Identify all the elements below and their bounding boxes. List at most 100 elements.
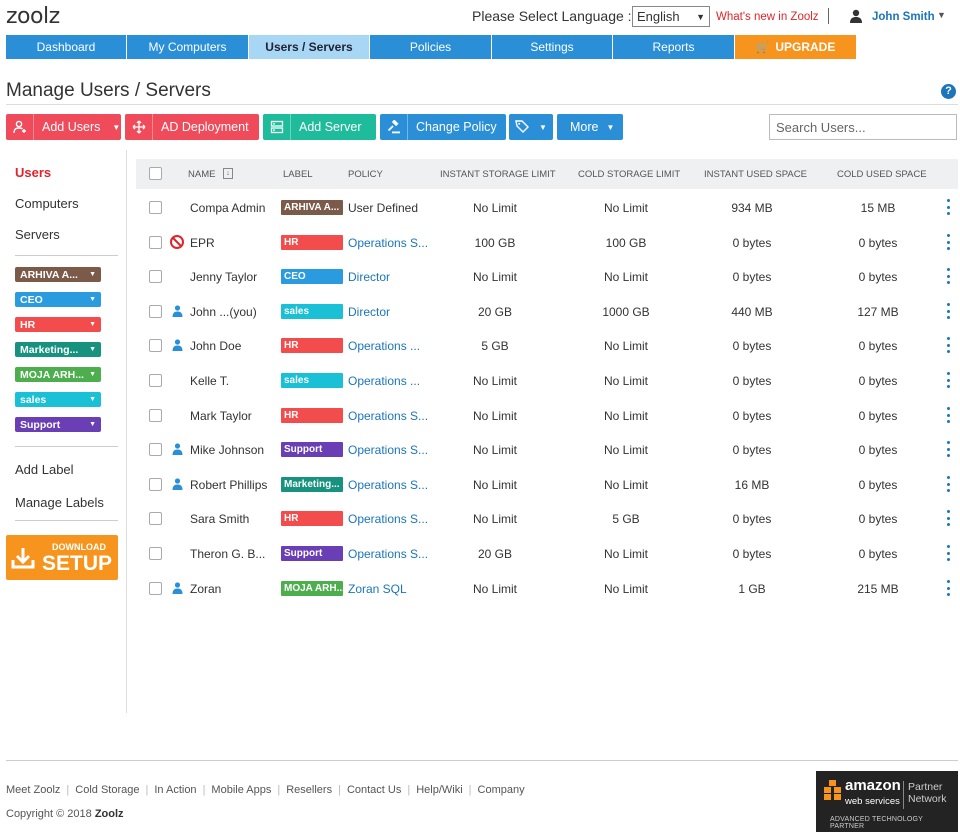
sidebar-item-computers[interactable]: Computers xyxy=(15,196,79,211)
footer-link[interactable]: Mobile Apps xyxy=(211,784,271,796)
user-label-tag[interactable]: sales xyxy=(281,373,343,388)
policy-link[interactable]: Director xyxy=(348,270,428,284)
sidebar-label[interactable]: sales ▼ xyxy=(15,392,101,407)
policy-link[interactable]: Operations S... xyxy=(348,236,428,250)
search-input[interactable]: Search Users... xyxy=(769,114,957,140)
policy-link[interactable]: Operations S... xyxy=(348,409,428,423)
nav-users-servers[interactable]: Users / Servers xyxy=(249,35,369,59)
row-menu-icon[interactable] xyxy=(947,268,951,284)
sort-icon[interactable]: ↓ xyxy=(223,168,233,179)
footer-link[interactable]: Contact Us xyxy=(347,784,401,796)
table-row[interactable]: Theron G. B... Support Operations S... 20 G… xyxy=(136,536,958,570)
nav-policies[interactable]: Policies xyxy=(370,35,491,59)
row-checkbox[interactable] xyxy=(149,409,162,422)
user-name[interactable]: Zoran xyxy=(190,582,272,596)
user-label-tag[interactable]: Marketing... xyxy=(281,477,343,492)
row-checkbox[interactable] xyxy=(149,339,162,352)
caret-down-icon[interactable]: ▼ xyxy=(89,321,96,328)
user-name[interactable]: Mark Taylor xyxy=(190,409,272,423)
caret-down-icon[interactable]: ▼ xyxy=(89,271,96,278)
caret-down-icon[interactable]: ▼ xyxy=(89,396,96,403)
table-row[interactable]: John ...(you) sales Director 20 GB 1000 GB 44… xyxy=(136,294,958,328)
select-all-checkbox[interactable] xyxy=(149,167,162,180)
nav-my-computers[interactable]: My Computers xyxy=(127,35,248,59)
policy-link[interactable]: Operations ... xyxy=(348,339,428,353)
row-checkbox[interactable] xyxy=(149,305,162,318)
help-icon[interactable]: ? xyxy=(941,84,956,99)
caret-down-icon[interactable]: ▼ xyxy=(89,296,96,303)
footer-link[interactable]: In Action xyxy=(154,784,196,796)
whats-new-link[interactable]: What's new in Zoolz xyxy=(716,11,819,23)
sidebar-label[interactable]: CEO ▼ xyxy=(15,292,101,307)
table-row[interactable]: Mark Taylor HR Operations S... No Limit No L… xyxy=(136,398,958,432)
row-checkbox[interactable] xyxy=(149,443,162,456)
caret-down-icon[interactable]: ▼ xyxy=(937,10,946,20)
row-checkbox[interactable] xyxy=(149,582,162,595)
caret-down-icon[interactable]: ▼ xyxy=(89,421,96,428)
sidebar-label[interactable]: MOJA ARH... ▼ xyxy=(15,367,101,382)
row-checkbox[interactable] xyxy=(149,201,162,214)
user-name[interactable]: Robert Phillips xyxy=(190,478,272,492)
more-button[interactable]: More ▼ xyxy=(557,114,623,140)
add-users-button[interactable]: Add Users ▼ xyxy=(6,114,121,140)
user-name[interactable]: Theron G. B... xyxy=(190,547,272,561)
policy-link[interactable]: Operations S... xyxy=(348,478,428,492)
download-setup-button[interactable]: DOWNLOAD SETUP xyxy=(6,535,118,580)
user-name[interactable]: EPR xyxy=(190,236,272,250)
sidebar-label[interactable]: ARHIVA A... ▼ xyxy=(15,267,101,282)
row-menu-icon[interactable] xyxy=(947,545,951,561)
zoolz-logo[interactable]: zoolz xyxy=(6,4,60,29)
row-menu-icon[interactable] xyxy=(947,337,951,353)
row-checkbox[interactable] xyxy=(149,547,162,560)
footer-link[interactable]: Resellers xyxy=(286,784,332,796)
policy-link[interactable]: Operations S... xyxy=(348,547,428,561)
table-row[interactable]: Mike Johnson Support Operations S... No Lim… xyxy=(136,432,958,466)
row-menu-icon[interactable] xyxy=(947,510,951,526)
user-name[interactable]: John Doe xyxy=(190,339,272,353)
nav-upgrade[interactable]: 🛒 UPGRADE xyxy=(735,35,856,59)
sidebar-label[interactable]: Marketing... ▼ xyxy=(15,342,101,357)
change-policy-button[interactable]: Change Policy xyxy=(380,114,506,140)
table-row[interactable]: EPR HR Operations S... 100 GB 100 GB 0 bytes 0… xyxy=(136,225,958,259)
footer-link[interactable]: Company xyxy=(478,784,525,796)
table-row[interactable]: Compa Admin ARHIVA A... User Defined No Lim… xyxy=(136,190,958,224)
sidebar-label[interactable]: Support ▼ xyxy=(15,417,101,432)
row-checkbox[interactable] xyxy=(149,478,162,491)
column-header-name[interactable]: NAME xyxy=(188,169,215,180)
sidebar-item-users[interactable]: Users xyxy=(15,165,51,180)
policy-link[interactable]: Operations S... xyxy=(348,443,428,457)
table-row[interactable]: Robert Phillips Marketing... Operations S.… xyxy=(136,467,958,501)
footer-link[interactable]: Meet Zoolz xyxy=(6,784,60,796)
nav-dashboard[interactable]: Dashboard xyxy=(6,35,126,59)
user-label-tag[interactable]: HR xyxy=(281,408,343,423)
table-row[interactable]: John Doe HR Operations ... 5 GB No Limit 0 by… xyxy=(136,328,958,362)
user-label-tag[interactable]: ARHIVA A... xyxy=(281,200,343,215)
user-name[interactable]: Kelle T. xyxy=(190,374,272,388)
user-label-tag[interactable]: HR xyxy=(281,511,343,526)
policy-link[interactable]: Operations S... xyxy=(348,512,428,526)
user-label-tag[interactable]: HR xyxy=(281,235,343,250)
row-checkbox[interactable] xyxy=(149,512,162,525)
table-row[interactable]: Jenny Taylor CEO Director No Limit No Limit 0… xyxy=(136,259,958,293)
caret-down-icon[interactable]: ▼ xyxy=(89,371,96,378)
row-menu-icon[interactable] xyxy=(947,303,951,319)
user-label-tag[interactable]: sales xyxy=(281,304,343,319)
policy-link[interactable]: Operations ... xyxy=(348,374,428,388)
table-row[interactable]: Sara Smith HR Operations S... No Limit 5 GB 0… xyxy=(136,501,958,535)
row-menu-icon[interactable] xyxy=(947,407,951,423)
caret-down-icon[interactable]: ▼ xyxy=(89,346,96,353)
user-name[interactable]: John ...(you) xyxy=(190,305,272,319)
user-name[interactable]: Mike Johnson xyxy=(190,443,272,457)
nav-reports[interactable]: Reports xyxy=(613,35,734,59)
row-menu-icon[interactable] xyxy=(947,580,951,596)
table-row[interactable]: Zoran MOJA ARH... Zoran SQL No Limit No Limi… xyxy=(136,571,958,605)
user-menu[interactable]: John Smith xyxy=(872,11,935,23)
aws-partner-badge[interactable]: amazon web services Partner Network ADVA… xyxy=(816,771,958,832)
user-name[interactable]: Jenny Taylor xyxy=(190,270,272,284)
row-menu-icon[interactable] xyxy=(947,441,951,457)
footer-link[interactable]: Help/Wiki xyxy=(416,784,462,796)
policy-link[interactable]: Director xyxy=(348,305,428,319)
footer-link[interactable]: Cold Storage xyxy=(75,784,139,796)
manage-labels-link[interactable]: Manage Labels xyxy=(15,495,104,510)
sidebar-label[interactable]: HR ▼ xyxy=(15,317,101,332)
